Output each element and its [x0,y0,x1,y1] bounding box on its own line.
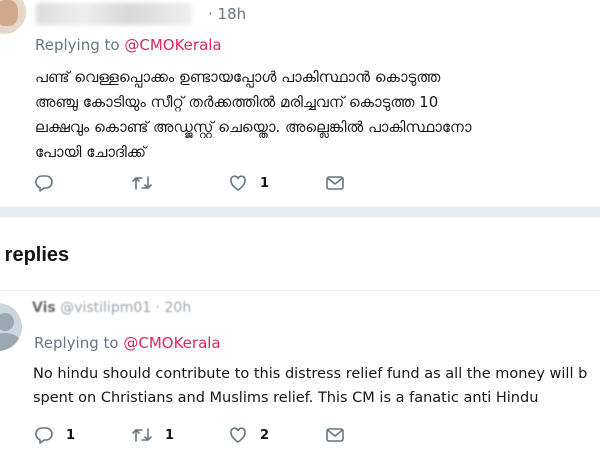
like-count: 2 [260,427,270,443]
separator-dot: · [155,300,161,316]
replying-to: Replying to @CMOKerala [35,36,222,54]
mention-link[interactable]: @CMOKerala [124,36,221,54]
retweet-icon [131,426,153,444]
direct-message-icon [325,174,345,192]
avatar[interactable] [0,303,22,351]
reply-author[interactable]: Vis @vistilipm01 · 20h [32,300,191,316]
tweet-text: പണ്ട് വെള്ളപ്പൊക്കം ഉണ്ടായപ്പോൾ പാകിസ്ഥാ… [35,65,600,165]
retweet-button[interactable]: 1 [131,426,174,444]
like-icon [228,426,248,444]
reply-button[interactable]: 1 [34,426,75,444]
replying-prefix: Replying to [34,334,119,352]
tweet-text-line: ലക്ഷവും കൊണ്ട് അഡ്ജസ്റ്റ് ചെയ്തൊ. അല്ലെങ… [35,118,472,136]
replies-separator [0,290,600,291]
tweet-text-line: പോയി ചോദിക്ക് [35,143,146,161]
direct-message-button[interactable] [325,426,345,444]
replying-prefix: Replying to [35,36,120,54]
tweet-text-line: പണ്ട് വെള്ളപ്പൊക്കം ഉണ്ടായപ്പോൾ പാകിസ്ഥാ… [35,68,441,86]
reply-icon [34,174,54,192]
separator-dot: · [208,5,218,23]
tweet: · 18h Replying to @CMOKerala പണ്ട് വെള്ള… [0,0,600,208]
reply-author-handle: @vistilipm01 [60,300,152,316]
tweet-text-line: അഞ്ചു കോടിയും സീറ്റ് തർക്കത്തിൽ മരിച്ചവന… [35,93,439,111]
like-button[interactable]: 2 [228,426,269,444]
like-button[interactable]: 1 [228,174,269,192]
avatar[interactable] [0,0,26,34]
reply-icon [34,426,54,444]
replying-to: Replying to @CMOKerala [34,334,221,352]
blurred-author-name [36,3,192,25]
direct-message-button[interactable] [325,174,345,192]
reply-time: 20h [164,300,192,316]
reply-author-name: Vis [32,300,56,316]
reply-text: No hindu should contribute to this distr… [33,362,600,410]
reply-count: 1 [66,427,76,443]
reply-button[interactable] [34,174,62,192]
like-icon [228,174,248,192]
like-count: 1 [260,175,270,191]
tweet-time[interactable]: · 18h [208,5,246,23]
retweet-count: 1 [165,427,175,443]
reply-actions: 1 1 2 [0,426,600,450]
tweet-actions: 1 [0,174,600,198]
reply-text-line: No hindu should contribute to this distr… [33,366,588,382]
retweet-icon [131,174,153,192]
reply-text-line: spent on Christians and Muslims relief. … [33,390,539,406]
replies-heading: e replies [0,244,70,266]
mention-link[interactable]: @CMOKerala [123,334,220,352]
retweet-button[interactable] [131,174,161,192]
direct-message-icon [325,426,345,444]
section-divider [0,207,600,217]
